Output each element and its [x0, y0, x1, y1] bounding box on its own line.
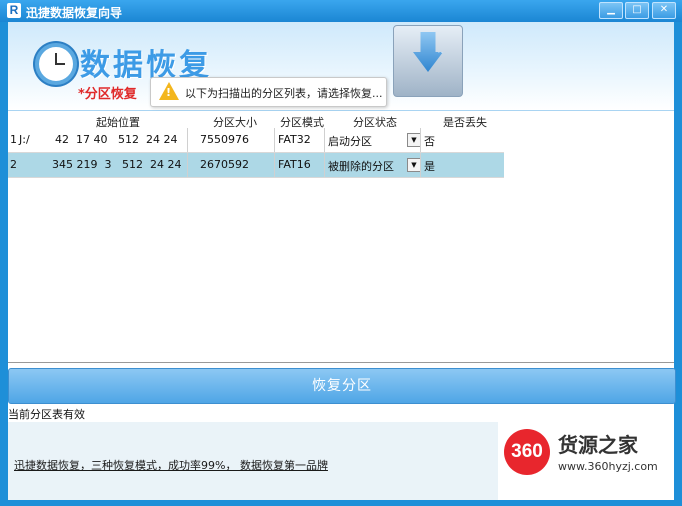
drive-label: 迅捷	[437, 45, 456, 55]
tooltip-text: 以下为扫描出的分区列表，请选择恢复...	[185, 87, 383, 100]
main-panel: 数据恢复 迅捷 *分区恢复 ! 以下为扫描出的分区列表，请选择恢复... 起始位…	[8, 22, 676, 500]
divider	[8, 362, 674, 363]
row-status: 被删除的分区	[328, 160, 394, 173]
app-logo-icon: R	[7, 3, 21, 18]
download-arrow-icon: 迅捷	[413, 32, 443, 72]
watermark-text: 货源之家	[558, 433, 638, 457]
row-status: 启动分区	[328, 135, 372, 148]
header-banner: 数据恢复 迅捷 *分区恢复 ! 以下为扫描出的分区列表，请选择恢复...	[8, 22, 674, 111]
status-text: 当前分区表有效	[8, 408, 85, 421]
promo-link[interactable]: 迅捷数据恢复，三种恢复模式，成功率99%， 数据恢复第一品牌	[14, 457, 328, 473]
partition-table: 起始位置 分区大小 分区模式 分区状态 是否丢失 1 J:/ 42 17 40 …	[8, 112, 674, 362]
status-dropdown-button[interactable]: ▼	[407, 158, 421, 172]
row-lost: 否	[424, 135, 435, 148]
hint-tooltip: ! 以下为扫描出的分区列表，请选择恢复...	[150, 77, 387, 107]
row-index: 1	[10, 133, 17, 146]
row-drive: J:/	[19, 133, 30, 146]
table-header: 起始位置 分区大小 分区模式 分区状态 是否丢失	[8, 112, 674, 129]
row-start: 345 219 3 512 24 24	[52, 158, 182, 171]
window-title: 迅捷数据恢复向导	[26, 6, 123, 20]
table-row[interactable]: 1 J:/ 42 17 40 512 24 24 7550976 FAT32 启…	[8, 128, 504, 153]
watermark: 360 货源之家 www.360hyzj.com	[498, 422, 674, 500]
status-dropdown-button[interactable]: ▼	[407, 133, 421, 147]
section-label: *分区恢复	[78, 87, 137, 102]
row-mode: FAT16	[278, 158, 311, 171]
table-row[interactable]: 2 345 219 3 512 24 24 2670592 FAT16 被删除的…	[8, 153, 504, 178]
row-lost: 是	[424, 160, 435, 173]
row-start: 42 17 40 512 24 24	[55, 133, 178, 146]
hard-drive-icon: 迅捷	[393, 25, 463, 97]
row-mode: FAT32	[278, 133, 311, 146]
watermark-logo-icon: 360	[504, 429, 550, 475]
watermark-url: www.360hyzj.com	[558, 460, 658, 473]
maximize-button[interactable]: □	[625, 2, 649, 19]
row-index: 2	[10, 158, 17, 171]
warning-mark: !	[166, 86, 172, 99]
row-size: 2670592	[200, 158, 249, 171]
row-size: 7550976	[200, 133, 249, 146]
clock-icon	[35, 43, 77, 85]
title-bar: R 迅捷数据恢复向导 ▁ □ ✕	[0, 0, 682, 22]
close-button[interactable]: ✕	[652, 2, 676, 19]
footer-panel: 迅捷数据恢复，三种恢复模式，成功率99%， 数据恢复第一品牌 360 货源之家 …	[8, 422, 674, 500]
restore-partition-button[interactable]: 恢复分区	[8, 368, 676, 404]
minimize-button[interactable]: ▁	[599, 2, 623, 19]
